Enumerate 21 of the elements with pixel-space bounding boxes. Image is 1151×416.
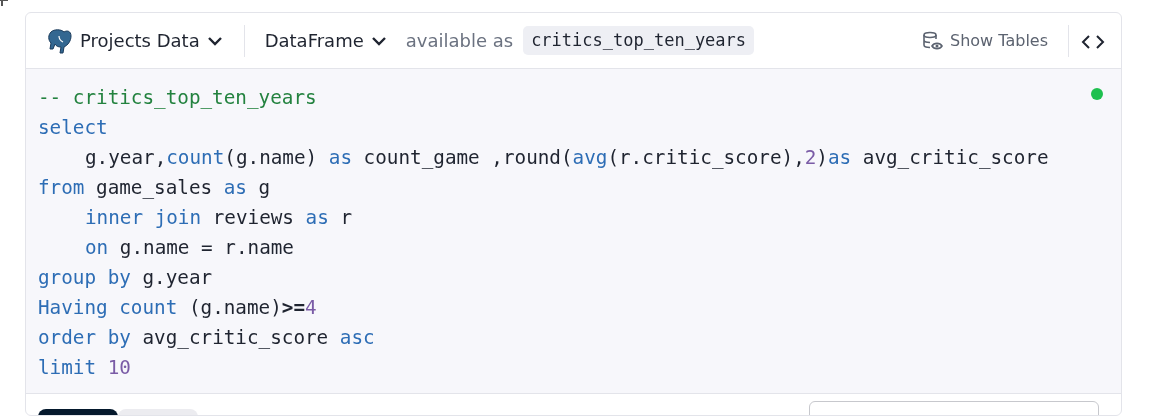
code-line: order by avg_critic_score asc bbox=[38, 325, 375, 351]
variable-name-field[interactable]: critics_top_ten_years bbox=[523, 25, 755, 56]
code-line: group by g.year bbox=[38, 265, 213, 291]
code-line: on g.name = r.name bbox=[84, 235, 294, 261]
source-dropdown[interactable]: Projects Data bbox=[46, 26, 224, 55]
show-tables-button[interactable]: Show Tables bbox=[922, 28, 1048, 53]
code-line: from game_sales as g bbox=[38, 175, 271, 201]
chevron-down-icon bbox=[369, 34, 388, 47]
code-line: limit 10 bbox=[38, 355, 131, 381]
code-icon bbox=[1081, 34, 1105, 50]
output-dropdown[interactable]: DataFrame bbox=[264, 27, 388, 54]
code-line: select bbox=[38, 115, 108, 141]
code-line: inner join reviews as r bbox=[84, 205, 352, 231]
available-label: available as bbox=[405, 29, 514, 53]
database-eye-icon bbox=[922, 29, 945, 52]
code-line: Having count (g.name)>=4 bbox=[38, 295, 317, 321]
code-editor[interactable] bbox=[26, 69, 1121, 394]
chevron-down-icon bbox=[205, 34, 224, 47]
code-line: g.year,count(g.name) as count_game ,round(avg(r.critic_score),2)as avg_critic_score bbox=[84, 145, 1049, 171]
elephant-icon bbox=[46, 26, 74, 55]
code-line: -- critics_top_ten_years bbox=[38, 85, 317, 111]
